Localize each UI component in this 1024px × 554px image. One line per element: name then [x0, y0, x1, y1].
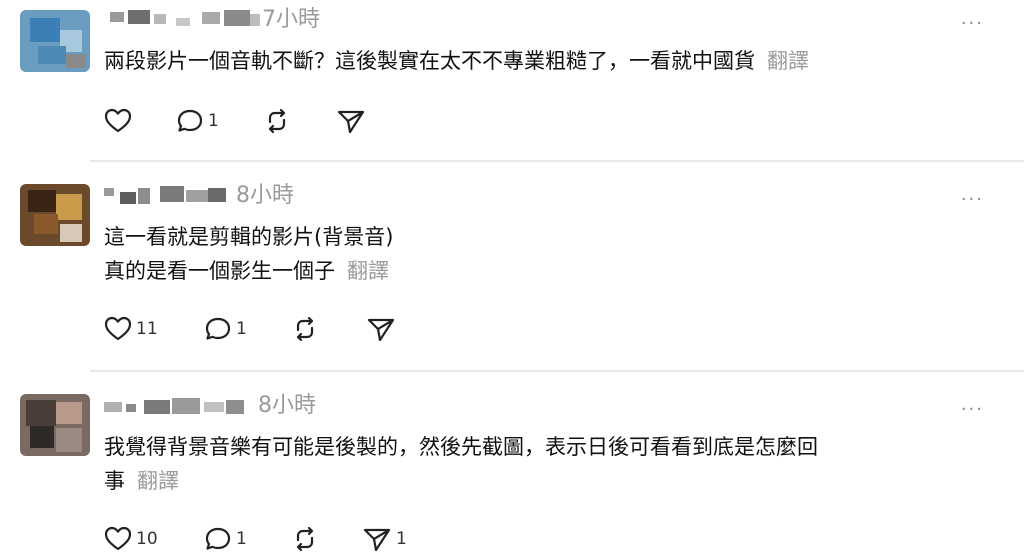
post-time[interactable]: 7小時	[262, 6, 320, 34]
share-button[interactable]: 1	[362, 524, 407, 554]
post-text: 我覺得背景音樂有可能是後製的，然後先截圖，表示日後可看看到底是怎麼回 事翻譯	[104, 430, 974, 498]
repost-icon	[296, 526, 314, 552]
like-count: 10	[136, 529, 158, 549]
more-options-button[interactable]: ···	[961, 190, 984, 210]
avatar[interactable]	[20, 10, 90, 72]
like-button[interactable]: 10	[104, 524, 158, 554]
comment-icon	[177, 109, 203, 132]
reply-button[interactable]: 1	[204, 314, 247, 344]
send-icon	[367, 318, 395, 342]
send-icon	[363, 528, 391, 552]
avatar[interactable]	[20, 394, 90, 456]
post-text: 兩段影片一個音軌不斷？這後製實在太不不專業粗糙了，一看就中國貨 翻譯	[104, 44, 974, 78]
repost-button[interactable]	[290, 524, 320, 554]
share-button[interactable]	[336, 106, 366, 136]
translate-link[interactable]: 翻譯	[137, 469, 179, 493]
heart-icon	[104, 108, 132, 133]
reply-button[interactable]: 1	[204, 524, 247, 554]
reply-button[interactable]: 1	[176, 106, 219, 136]
repost-button[interactable]	[262, 106, 292, 136]
repost-icon	[296, 316, 314, 342]
post-text-line: 事	[104, 469, 125, 493]
post-text-line: 真的是看一個影生一個子	[104, 259, 335, 283]
post-1: 7小時 ··· 兩段影片一個音軌不斷？這後製實在太不不專業粗糙了，一看就中國貨翻…	[0, 0, 1024, 162]
divider	[90, 160, 1024, 162]
more-options-button[interactable]: ···	[961, 14, 984, 34]
post-text-line: 我覺得背景音樂有可能是後製的，然後先截圖，表示日後可看看到底是怎麼回	[104, 435, 818, 459]
post-2: 8小時 ··· 這一看就是剪輯的影片(背景音) 真的是看一個影生一個子 翻譯 11…	[0, 172, 1024, 370]
like-button[interactable]: 11	[104, 314, 158, 344]
comment-icon	[205, 527, 231, 550]
post-time[interactable]: 8小時	[258, 392, 316, 420]
post-text: 這一看就是剪輯的影片(背景音) 真的是看一個影生一個子 翻譯	[104, 220, 974, 288]
post-actions: 10 1 1	[104, 524, 424, 554]
post-time[interactable]: 8小時	[236, 182, 294, 210]
repost-button[interactable]	[290, 314, 320, 344]
post-text-line: 這一看就是剪輯的影片(背景音)	[104, 225, 394, 249]
post-3: 8小時 ··· 我覺得背景音樂有可能是後製的，然後先截圖，表示日後可看看到底是怎…	[0, 382, 1024, 552]
reply-count: 1	[236, 319, 247, 339]
like-count: 11	[136, 319, 158, 339]
translate-link[interactable]: 翻譯	[767, 49, 809, 73]
send-icon	[337, 110, 365, 134]
more-options-button[interactable]: ···	[961, 400, 984, 420]
reply-count: 1	[236, 529, 247, 549]
repost-icon	[268, 108, 286, 134]
translate-link[interactable]: 翻譯	[347, 259, 389, 283]
share-button[interactable]	[366, 314, 396, 344]
heart-icon	[104, 526, 132, 551]
like-button[interactable]	[104, 106, 136, 136]
heart-icon	[104, 316, 132, 341]
post-actions: 1	[104, 106, 404, 136]
comment-icon	[205, 317, 231, 340]
reply-count: 1	[208, 111, 219, 131]
post-text-line: 兩段影片一個音軌不斷？這後製實在太不不專業粗糙了，一看就中國貨	[104, 49, 755, 73]
divider	[90, 370, 1024, 372]
post-actions: 11 1	[104, 314, 404, 344]
avatar[interactable]	[20, 184, 90, 246]
share-count: 1	[396, 529, 407, 549]
